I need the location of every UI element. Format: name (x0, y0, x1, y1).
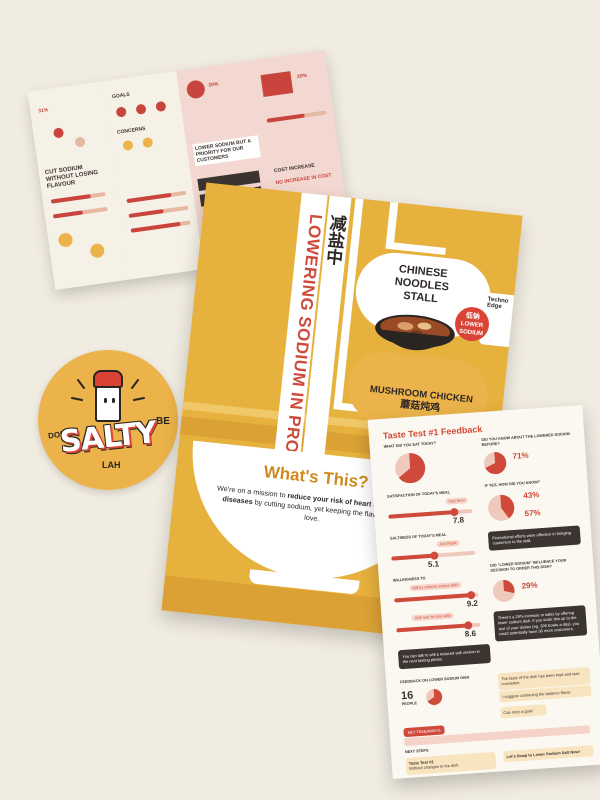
brochure-icon (122, 139, 134, 152)
brochure-pie-icon (52, 127, 65, 139)
brochure-pct-b: 20% (208, 81, 219, 89)
brochure-bar (50, 192, 106, 204)
noticed-a: 43% (523, 490, 540, 501)
will-a-bubble: Will try reduced sodium dish! (409, 581, 462, 592)
pie-chart-icon (426, 688, 443, 705)
brochure-bar (126, 190, 187, 204)
brochure-icon (142, 136, 154, 149)
q-knew-before: DID YOU KNOW ABOUT THE LOWERED SODIUM BE… (481, 431, 570, 448)
people-count: 16 (400, 689, 414, 703)
brochure-bar (52, 206, 108, 219)
brochure-pct-c: 20% (296, 72, 308, 81)
promo-note: Promotional efforts were effective in br… (487, 525, 581, 551)
brochure-bar (266, 110, 327, 123)
next-phase-note: You can talk to sell a reduced salt vers… (397, 643, 491, 670)
q-saltiness: SALTINESS OF TODAY'S MEAL (389, 532, 447, 541)
q-what-ate: WHAT DID YOU EAT TODAY? (383, 441, 437, 449)
brochure-pct-a: 31% (37, 107, 49, 115)
saltiness-bubble: Just Right! (436, 539, 460, 548)
brochure-banner: LOWER SODIUM BUT A PRIORITY FOR OUR CUST… (192, 135, 261, 167)
brochure-concerns-label: CONCERNS (116, 125, 146, 136)
pie-chart-icon (488, 494, 515, 521)
q-influence: DID "LOWER SODIUM" INFLUENCE YOUR DECISI… (490, 558, 567, 573)
brochure-cost-label: COST INCREASE (273, 162, 316, 175)
next-step-1: Taste Test #2 Without changes to the dish (405, 751, 497, 775)
satisfaction-bubble: Very Nice! (445, 497, 469, 505)
feedback-quote-3: Can retry a gain! (500, 704, 547, 719)
brochure-cost-note: NO INCREASE IN COST (275, 172, 332, 187)
salt-shaker-icon (93, 370, 123, 422)
poster-chinese-title: 减盐中 (322, 213, 347, 267)
brochure-icon (115, 106, 127, 118)
pie-chart-icon (395, 453, 426, 484)
brochure-pie-icon (185, 79, 207, 100)
brochure-icon (155, 100, 167, 113)
brochure-icon (57, 232, 74, 248)
brochure-chart (260, 71, 294, 98)
brochure-icon (89, 242, 106, 259)
satisfaction-value: 7.8 (452, 515, 465, 526)
brochure-bar (130, 220, 191, 233)
brochure-pie-icon (74, 136, 86, 148)
stall-tag-text: Techno Edge (486, 296, 509, 311)
dont-be-salty-sticker: DON'T BE SALTY LAH (38, 350, 178, 490)
next-steps-label: NEXT STEPS (404, 748, 429, 755)
will-b-bubble: Shift over for less salty (411, 612, 454, 622)
people-label: PEOPLE (401, 701, 418, 707)
know-pct: 71% (512, 450, 529, 461)
brochure-bar (128, 205, 189, 218)
brochure-goals-label: GOALS (111, 91, 131, 101)
feedback-sheet: Taste Test #1 Feedback WHAT DID YOU EAT … (367, 404, 600, 780)
influence-pct: 29% (521, 580, 538, 591)
will-a-value: 9.2 (466, 598, 479, 609)
noodle-bowl-image (375, 314, 455, 351)
q-how-knew: IF YES, HOW DID YOU KNOW? (484, 480, 541, 488)
brochure-title: CUT SODIUM WITHOUT LOSING FLAVOUR (44, 164, 99, 191)
pie-chart-icon (484, 452, 507, 475)
chopstick-thin (385, 201, 399, 248)
next-step-2: Let's Swap to Lower Sodium Salt Now! (503, 745, 594, 763)
sales-note: There's a 29% increase in sales by offer… (493, 605, 588, 642)
sticker-lah: LAH (102, 460, 121, 470)
saltiness-value: 5.1 (427, 559, 440, 570)
will-b-value: 8.6 (464, 628, 477, 639)
pie-chart-icon (492, 579, 515, 602)
brochure-icon (135, 103, 147, 115)
noticed-b: 57% (524, 508, 541, 519)
q-willingness: WILLINGNESS TO (392, 576, 426, 583)
